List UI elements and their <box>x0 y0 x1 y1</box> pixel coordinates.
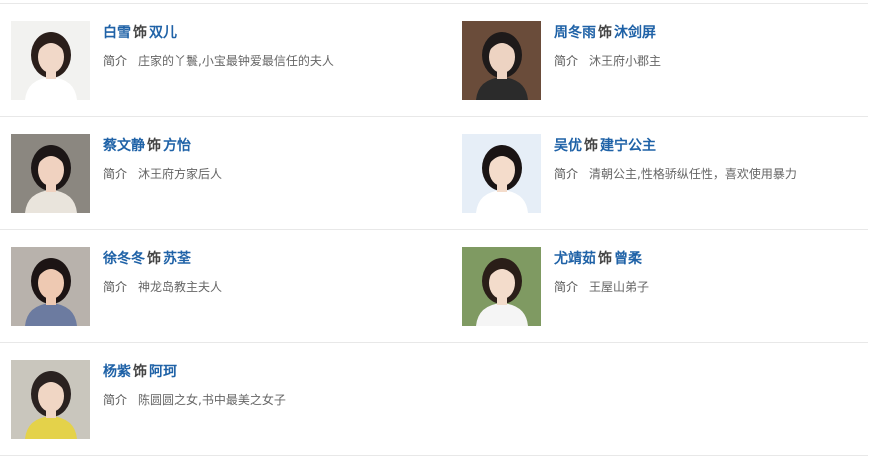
cast-title: 徐冬冬饰苏荃 <box>103 249 191 269</box>
actor-photo[interactable] <box>11 21 90 100</box>
cast-intro: 简介 清朝公主,性格骄纵任性，喜欢使用暴力 <box>554 165 797 183</box>
shi-word: 饰 <box>147 138 161 154</box>
cast-row: 杨紫饰阿珂 简介 陈圆圆之女,书中最美之女子 <box>0 343 868 456</box>
role-name-link[interactable]: 沐剑屏 <box>614 25 656 41</box>
shi-word: 饰 <box>598 25 612 41</box>
intro-text: 神龙岛教主夫人 <box>138 280 223 294</box>
cast-item: 尤靖茹饰曾柔 简介 王屋山弟子 <box>451 230 881 342</box>
intro-label: 简介 <box>554 167 579 181</box>
cast-item: 蔡文静饰方怡 简介 沐王府方家后人 <box>0 117 430 229</box>
actor-name-link[interactable]: 杨紫 <box>103 364 131 380</box>
cast-row: 蔡文静饰方怡 简介 沐王府方家后人 吴优饰建宁公主 简介 清朝公主,性格骄纵任性，喜… <box>0 117 868 230</box>
intro-label: 简介 <box>103 393 128 407</box>
role-name-link[interactable]: 方怡 <box>163 138 191 154</box>
intro-label: 简介 <box>103 167 128 181</box>
actor-name-link[interactable]: 尤靖茹 <box>554 251 596 267</box>
intro-label: 简介 <box>103 54 128 68</box>
intro-text: 陈圆圆之女,书中最美之女子 <box>138 393 286 407</box>
cast-title: 尤靖茹饰曾柔 <box>554 249 642 269</box>
shi-word: 饰 <box>584 138 598 154</box>
role-name-link[interactable]: 曾柔 <box>614 251 642 267</box>
cast-item: 吴优饰建宁公主 简介 清朝公主,性格骄纵任性，喜欢使用暴力 <box>451 117 881 229</box>
intro-text: 沐王府方家后人 <box>138 167 223 181</box>
cast-intro: 简介 庄家的丫鬟,小宝最钟爱最信任的夫人 <box>103 52 334 70</box>
shi-word: 饰 <box>133 25 147 41</box>
cast-title: 周冬雨饰沐剑屏 <box>554 23 656 43</box>
role-name-link[interactable]: 苏荃 <box>163 251 191 267</box>
cast-item: 白雪饰双儿 简介 庄家的丫鬟,小宝最钟爱最信任的夫人 <box>0 4 430 116</box>
cast-title: 蔡文静饰方怡 <box>103 136 191 156</box>
role-name-link[interactable]: 阿珂 <box>149 364 177 380</box>
role-name-link[interactable]: 建宁公主 <box>600 138 656 154</box>
actor-photo[interactable] <box>462 21 541 100</box>
cast-item: 周冬雨饰沐剑屏 简介 沐王府小郡主 <box>451 4 881 116</box>
cast-intro: 简介 神龙岛教主夫人 <box>103 278 222 296</box>
actor-photo[interactable] <box>462 247 541 326</box>
cast-intro: 简介 沐王府方家后人 <box>103 165 222 183</box>
actor-photo[interactable] <box>462 134 541 213</box>
actor-name-link[interactable]: 吴优 <box>554 138 582 154</box>
role-name-link[interactable]: 双儿 <box>149 25 177 41</box>
intro-label: 简介 <box>103 280 128 294</box>
cast-intro: 简介 王屋山弟子 <box>554 278 649 296</box>
shi-word: 饰 <box>147 251 161 267</box>
actor-photo[interactable] <box>11 360 90 439</box>
actor-name-link[interactable]: 周冬雨 <box>554 25 596 41</box>
cast-item: 徐冬冬饰苏荃 简介 神龙岛教主夫人 <box>0 230 430 342</box>
cast-title: 吴优饰建宁公主 <box>554 136 656 156</box>
intro-text: 清朝公主,性格骄纵任性，喜欢使用暴力 <box>589 167 797 181</box>
actor-name-link[interactable]: 白雪 <box>103 25 131 41</box>
cast-intro: 简介 沐王府小郡主 <box>554 52 661 70</box>
cast-item: 杨紫饰阿珂 简介 陈圆圆之女,书中最美之女子 <box>0 343 430 455</box>
shi-word: 饰 <box>598 251 612 267</box>
intro-label: 简介 <box>554 54 579 68</box>
actor-photo[interactable] <box>11 134 90 213</box>
intro-label: 简介 <box>554 280 579 294</box>
cast-row: 徐冬冬饰苏荃 简介 神龙岛教主夫人 尤靖茹饰曾柔 简介 王屋山弟子 <box>0 230 868 343</box>
cast-title: 杨紫饰阿珂 <box>103 362 177 382</box>
actor-photo[interactable] <box>11 247 90 326</box>
cast-intro: 简介 陈圆圆之女,书中最美之女子 <box>103 391 286 409</box>
cast-title: 白雪饰双儿 <box>103 23 177 43</box>
intro-text: 庄家的丫鬟,小宝最钟爱最信任的夫人 <box>138 54 334 68</box>
actor-name-link[interactable]: 蔡文静 <box>103 138 145 154</box>
intro-text: 王屋山弟子 <box>589 280 650 294</box>
shi-word: 饰 <box>133 364 147 380</box>
cast-row: 白雪饰双儿 简介 庄家的丫鬟,小宝最钟爱最信任的夫人 周冬雨饰沐剑屏 简介 沐王府小… <box>0 4 868 117</box>
cast-list: 白雪饰双儿 简介 庄家的丫鬟,小宝最钟爱最信任的夫人 周冬雨饰沐剑屏 简介 沐王府小… <box>0 0 882 467</box>
intro-text: 沐王府小郡主 <box>589 54 662 68</box>
actor-name-link[interactable]: 徐冬冬 <box>103 251 145 267</box>
